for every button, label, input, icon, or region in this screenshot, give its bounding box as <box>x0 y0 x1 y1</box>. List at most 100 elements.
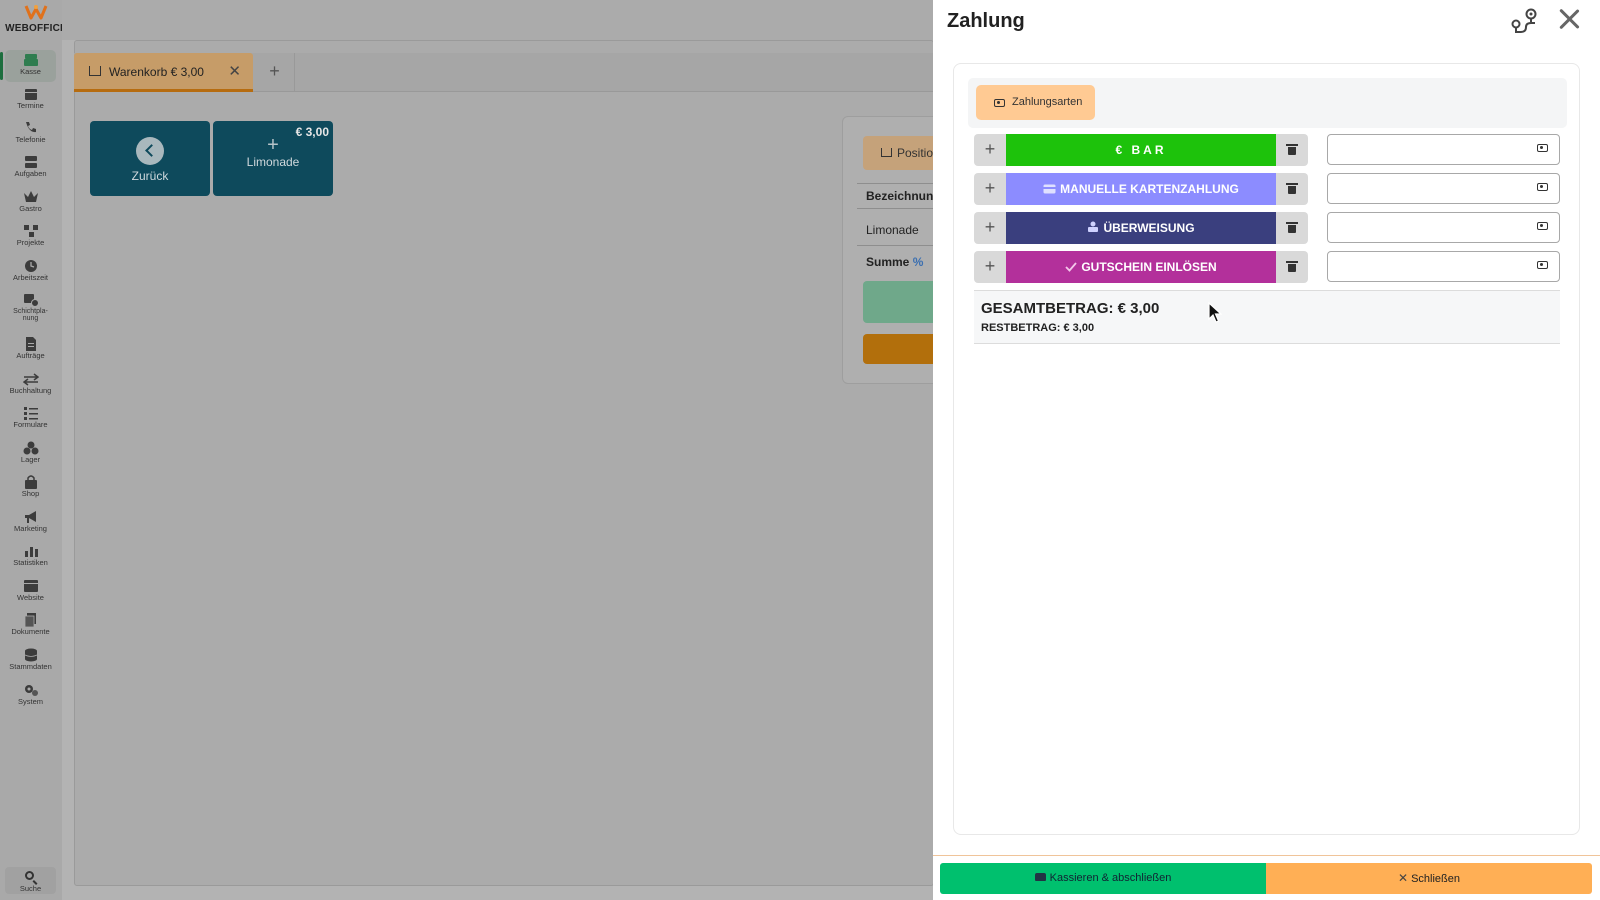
remove-payment-button[interactable] <box>1276 134 1308 166</box>
cashout-button[interactable]: Kassieren & abschließen <box>940 863 1266 894</box>
payment-amount-input[interactable] <box>1327 212 1560 243</box>
cart-tab-bar: Warenkorb € 3,00 ✕ + <box>74 53 934 92</box>
top-strip <box>62 0 934 40</box>
payment-method-button[interactable]: MANUELLE KARTENZAHLUNG <box>1006 173 1276 205</box>
add-payment-button[interactable]: + <box>974 212 1006 244</box>
sidebar-item-shop[interactable]: Shop <box>5 472 56 504</box>
divider <box>857 245 941 246</box>
remove-payment-button[interactable] <box>1276 251 1308 283</box>
discount-icon[interactable]: % <box>913 255 924 269</box>
product-tile-limonade[interactable]: € 3,00 + Limonade <box>213 121 333 196</box>
sidebar-item-website[interactable]: Website <box>5 576 56 608</box>
search-icon <box>25 871 34 880</box>
sidebar-item-label: Projekte <box>16 238 45 247</box>
tasks-icon <box>23 155 39 169</box>
totals-box: GESAMTBETRAG: € 3,00 RESTBETRAG: € 3,00 <box>974 290 1560 344</box>
sidebar-item-search[interactable]: Suche <box>5 867 56 894</box>
payment-method-button[interactable]: ÜBERWEISUNG <box>1006 212 1276 244</box>
sidebar-item-label: Arbeitszeit <box>12 273 48 282</box>
sum-text: Summe <box>866 255 910 269</box>
add-tab-button[interactable]: + <box>255 53 295 92</box>
payment-method-button[interactable]: GUTSCHEIN EINLÖSEN <box>1006 251 1276 283</box>
close-button[interactable]: ✕ Schließen <box>1266 863 1592 894</box>
checkout-button[interactable] <box>863 281 941 323</box>
sidebar-item-aufgaben[interactable]: Aufgaben <box>5 152 56 184</box>
payment-method-row: + MANUELLE KARTENZAHLUNG <box>974 173 1574 205</box>
cash-icon[interactable] <box>1537 183 1548 191</box>
sidebar-item-label: Stammdaten <box>9 662 52 671</box>
sidebar-item-formulare[interactable]: Formulare <box>5 403 56 435</box>
sidebar-item-label: Gastro <box>19 204 42 213</box>
cart-row-item[interactable]: Limonade <box>866 223 919 237</box>
back-tile[interactable]: Zurück <box>90 121 210 196</box>
document-icon <box>23 337 39 351</box>
cash-icon[interactable] <box>1537 222 1548 230</box>
panel-footer: Kassieren & abschließen ✕ Schließen <box>933 855 1600 900</box>
payment-panel: Zahlung Zahlungsarten + € BAR + MANUELLE KA… <box>933 0 1600 900</box>
sidebar-item-schichtplanung[interactable]: Schichtpla- nung <box>5 290 56 328</box>
remove-payment-button[interactable] <box>1276 212 1308 244</box>
payment-amount-input[interactable] <box>1327 173 1560 204</box>
sidebar-item-dokumente[interactable]: Dokumente <box>5 610 56 642</box>
payment-method-row: + ÜBERWEISUNG <box>974 212 1574 244</box>
add-payment-button[interactable]: + <box>974 251 1006 283</box>
sidebar-item-gastro[interactable]: Gastro <box>5 187 56 219</box>
cart-icon <box>881 148 892 157</box>
cash-icon <box>994 99 1005 107</box>
route-icon[interactable] <box>1509 7 1539 35</box>
sidebar-item-statistiken[interactable]: Statistiken <box>5 541 56 573</box>
logo-mark-icon <box>24 4 48 22</box>
mouse-cursor-icon <box>1208 301 1223 324</box>
sidebar-item-label: Buchhaltung <box>9 386 52 395</box>
project-icon <box>23 224 39 238</box>
payment-amount-input[interactable] <box>1327 251 1560 282</box>
close-label: Schließen <box>1411 873 1460 885</box>
sidebar-item-marketing[interactable]: Marketing <box>5 507 56 539</box>
sidebar-item-kasse[interactable]: Kasse <box>0 50 56 82</box>
database-icon <box>23 648 39 662</box>
chart-icon <box>23 544 39 558</box>
sidebar-item-buchhaltung[interactable]: Buchhaltung <box>5 369 56 401</box>
add-payment-button[interactable]: + <box>974 134 1006 166</box>
gears-icon <box>23 683 39 697</box>
payment-method-button[interactable]: € BAR <box>1006 134 1276 166</box>
cash-icon[interactable] <box>1537 261 1548 269</box>
tab-zahlungsarten[interactable]: Zahlungsarten <box>976 85 1095 120</box>
close-x-icon: ✕ <box>1398 871 1409 885</box>
sidebar-item-arbeitszeit[interactable]: Arbeitszeit <box>5 256 56 288</box>
sidebar-item-telefonie[interactable]: Telefonie <box>5 118 56 150</box>
sidebar-item-system[interactable]: System <box>5 680 56 712</box>
calendar-clock-icon <box>23 293 39 307</box>
close-tab-icon[interactable]: ✕ <box>228 62 241 80</box>
back-label: Zurück <box>131 169 169 183</box>
remove-payment-button[interactable] <box>1276 173 1308 205</box>
positions-button[interactable]: Positio <box>863 136 941 170</box>
sidebar-item-projekte[interactable]: Projekte <box>5 221 56 253</box>
sidebar-item-label: Marketing <box>14 524 47 533</box>
divider <box>857 208 941 209</box>
sidebar-item-label: System <box>17 697 43 706</box>
positions-label: Positio <box>897 146 934 160</box>
bag-icon <box>23 475 39 489</box>
product-price: € 3,00 <box>295 125 329 139</box>
crown-icon <box>23 190 39 204</box>
payment-method-label: GUTSCHEIN EINLÖSEN <box>1081 260 1217 274</box>
payment-method-label: € BAR <box>1115 143 1167 157</box>
sidebar-item-label: Termine <box>17 101 44 110</box>
sidebar-item-label: Aufgaben <box>14 169 47 178</box>
secondary-action-button[interactable] <box>863 334 941 364</box>
files-icon <box>23 613 39 628</box>
close-icon[interactable] <box>1556 6 1582 32</box>
sidebar-item-auftraege[interactable]: Aufträge <box>5 334 56 366</box>
sidebar-item-label: Schichtpla- nung <box>13 308 48 322</box>
sidebar-item-termine[interactable]: Termine <box>5 84 56 116</box>
sidebar-item-stammdaten[interactable]: Stammdaten <box>5 645 56 677</box>
tab-warenkorb[interactable]: Warenkorb € 3,00 ✕ <box>74 53 253 92</box>
sidebar-item-lager[interactable]: Lager <box>5 438 56 470</box>
cart-icon <box>89 66 101 76</box>
panel-title: Zahlung <box>947 10 1025 32</box>
cash-icon[interactable] <box>1537 144 1548 152</box>
payment-amount-input[interactable] <box>1327 134 1560 165</box>
sidebar-item-label: Suche <box>19 884 42 893</box>
add-payment-button[interactable]: + <box>974 173 1006 205</box>
